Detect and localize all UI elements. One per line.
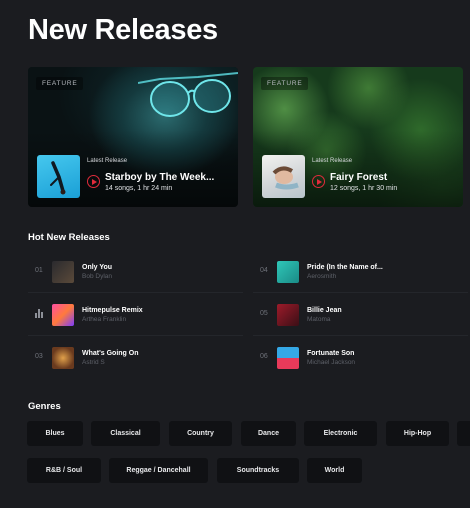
woman-image bbox=[272, 166, 299, 190]
track-artist: Aerosmith bbox=[307, 273, 337, 280]
feature-title: Fairy Forest bbox=[330, 172, 388, 183]
album-cover bbox=[262, 155, 305, 198]
track-row[interactable]: 06 Fortunate Son Michael Jackson bbox=[253, 340, 468, 376]
feature-tag: FEATURE bbox=[36, 77, 84, 90]
genre-chip-electronic[interactable]: Electronic bbox=[304, 421, 377, 446]
latest-release-label: Latest Release bbox=[312, 158, 353, 164]
track-thumbnail bbox=[277, 261, 299, 283]
track-thumbnail bbox=[277, 347, 299, 369]
track-number: 05 bbox=[260, 310, 268, 317]
latest-release-label: Latest Release bbox=[87, 158, 128, 164]
genre-chip-overflow[interactable] bbox=[457, 421, 470, 446]
track-number: 06 bbox=[260, 353, 268, 360]
feature-card-fairy-forest[interactable]: FEATURE Latest Release Fairy Forest 12 s… bbox=[253, 67, 463, 207]
track-artist: Bob Dylan bbox=[82, 273, 112, 280]
play-icon[interactable] bbox=[87, 175, 100, 188]
track-thumbnail bbox=[52, 304, 74, 326]
track-artist: Astrid S bbox=[82, 359, 105, 366]
hot-releases-heading: Hot New Releases bbox=[28, 232, 110, 243]
track-number: 01 bbox=[35, 267, 43, 274]
track-title: Only You bbox=[82, 264, 113, 271]
genre-chip-hip-hop[interactable]: Hip-Hop bbox=[386, 421, 449, 446]
track-title: Billie Jean bbox=[307, 307, 342, 314]
track-row[interactable]: 03 What's Going On Astrid S bbox=[28, 340, 243, 376]
track-thumbnail bbox=[52, 347, 74, 369]
feature-card-starboy[interactable]: FEATURE Latest Release Starboy by The We… bbox=[28, 67, 238, 207]
genre-chip-world[interactable]: World bbox=[307, 458, 362, 483]
track-artist: Matoma bbox=[307, 316, 331, 323]
feature-title: Starboy by The Week... bbox=[105, 172, 215, 183]
feature-tag: FEATURE bbox=[261, 77, 309, 90]
genre-chip-reggae-dancehall[interactable]: Reggae / Dancehall bbox=[109, 458, 208, 483]
track-row[interactable]: 01 Only You Bob Dylan bbox=[28, 254, 243, 293]
track-thumbnail bbox=[277, 304, 299, 326]
genre-chip-blues[interactable]: Blues bbox=[27, 421, 83, 446]
album-cover bbox=[37, 155, 80, 198]
track-title: Fortunate Son bbox=[307, 350, 355, 357]
genres-heading: Genres bbox=[28, 401, 61, 412]
track-title: What's Going On bbox=[82, 350, 139, 357]
track-artist: Michael Jackson bbox=[307, 359, 356, 366]
feature-meta: 12 songs, 1 hr 30 min bbox=[330, 185, 398, 192]
genre-chip-soundtracks[interactable]: Soundtracks bbox=[217, 458, 299, 483]
page-title: New Releases bbox=[28, 14, 218, 46]
track-number: 04 bbox=[260, 267, 268, 274]
feature-meta: 14 songs, 1 hr 24 min bbox=[105, 185, 173, 192]
equalizer-icon bbox=[35, 309, 43, 318]
genre-chip-dance[interactable]: Dance bbox=[241, 421, 296, 446]
track-artist: Arthea Franklin bbox=[82, 316, 127, 323]
genre-chip-country[interactable]: Country bbox=[169, 421, 232, 446]
track-title: Pride (In the Name of... bbox=[307, 264, 383, 271]
track-row[interactable]: 05 Billie Jean Matoma bbox=[253, 297, 468, 336]
swimmer-image bbox=[50, 161, 66, 195]
track-thumbnail bbox=[52, 261, 74, 283]
track-number: 03 bbox=[35, 353, 43, 360]
track-title: Hitmepulse Remix bbox=[82, 307, 143, 314]
track-row[interactable]: Hitmepulse Remix Arthea Franklin bbox=[28, 297, 243, 336]
track-row[interactable]: 04 Pride (In the Name of... Aerosmith bbox=[253, 254, 468, 293]
genre-chip-classical[interactable]: Classical bbox=[91, 421, 160, 446]
genre-chip-rnb-soul[interactable]: R&B / Soul bbox=[27, 458, 101, 483]
play-icon[interactable] bbox=[312, 175, 325, 188]
